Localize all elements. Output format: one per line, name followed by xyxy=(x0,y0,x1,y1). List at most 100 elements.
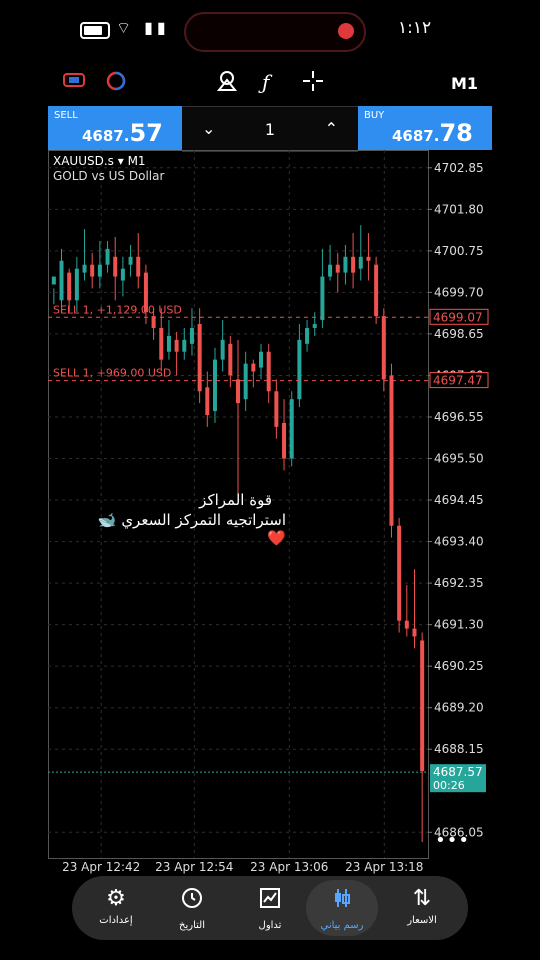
candle-body xyxy=(251,363,256,372)
chart-description: GOLD vs US Dollar xyxy=(53,169,165,183)
candle-body xyxy=(136,256,141,277)
candle-body xyxy=(174,339,179,352)
candle-body xyxy=(159,327,164,360)
price-tick-label: 4688.15 xyxy=(434,742,484,756)
candle-body xyxy=(166,335,171,352)
price-tick-label: 4701.80 xyxy=(434,202,484,216)
price-tick-label: 4696.55 xyxy=(434,410,484,424)
candle-body xyxy=(82,264,87,273)
nav-item-history[interactable]: التاريخ xyxy=(156,880,228,936)
candle-body xyxy=(236,379,240,404)
candle-body xyxy=(297,339,302,400)
time-axis-label: 23 Apr 13:06 xyxy=(250,860,329,874)
candle-body xyxy=(397,525,402,621)
nav-item-chart[interactable]: رسم بياني xyxy=(306,880,378,936)
candle-body xyxy=(113,256,118,277)
candle-body xyxy=(128,256,133,265)
gear-icon: ⚙ xyxy=(106,886,126,911)
price-tick-label: 4693.40 xyxy=(434,535,484,549)
candle-body xyxy=(189,327,194,344)
candle-body xyxy=(320,276,325,321)
nav-item-quotes[interactable]: ⇅ الاسعار xyxy=(386,880,458,936)
nav-label: رسم بياني xyxy=(320,920,364,931)
crosshair-icon[interactable] xyxy=(302,70,324,97)
candle-body xyxy=(212,359,217,412)
account-icon[interactable] xyxy=(104,70,128,97)
order-price-label: 4697.47 xyxy=(433,374,483,388)
battery-icon xyxy=(80,22,110,39)
trade-icon xyxy=(234,886,306,917)
price-tick-label: 4695.50 xyxy=(434,452,484,466)
nav-label: إعدادات xyxy=(99,915,133,926)
candle-body xyxy=(120,268,125,281)
indicators-icon[interactable] xyxy=(216,70,238,97)
volume-up-button[interactable]: ⌃ xyxy=(325,119,338,138)
more-menu-button[interactable]: ••• xyxy=(435,830,470,851)
chart-symbol[interactable]: XAUUSD.s ▾ M1 xyxy=(53,154,146,168)
candle-body xyxy=(358,256,363,269)
bid-price-label: 4687.57 xyxy=(433,765,483,779)
candle-body xyxy=(67,272,72,301)
nav-label: تداول xyxy=(258,920,282,931)
function-icon[interactable]: ƒ xyxy=(262,70,269,94)
quotes-icon: ⇅ xyxy=(412,886,432,911)
candle-body xyxy=(289,399,294,459)
status-time: ١:١٢ xyxy=(398,18,432,38)
price-tick-label: 4691.30 xyxy=(434,618,484,632)
candle-body xyxy=(259,351,264,368)
overlay-caption-line2: استراتجيه التمركز السعري 🐋❤️ xyxy=(97,511,286,547)
price-tick-label: 4702.85 xyxy=(434,161,484,175)
price-tick-label: 4698.65 xyxy=(434,327,484,341)
trade-icon[interactable] xyxy=(62,70,86,95)
time-axis-label: 23 Apr 12:42 xyxy=(62,860,141,874)
candle-body xyxy=(51,276,56,285)
candle-body xyxy=(420,640,425,771)
dynamic-island xyxy=(184,12,366,52)
volume-selector: ⌄ 1 ⌃ xyxy=(182,106,358,152)
buy-label: BUY xyxy=(364,110,385,121)
price-tick-label: 4700.75 xyxy=(434,244,484,258)
bar-countdown-label: 00:26 xyxy=(433,779,465,792)
price-chart[interactable]: 4702.85 4701.80 4700.75 4699.70 4698.65 4697.… xyxy=(48,150,492,874)
buy-button[interactable]: BUY 4687.78 xyxy=(358,106,492,150)
bottom-nav: ⚙ إعدادات التاريخ تداول رسم بياني ⇅ الاس… xyxy=(72,876,468,940)
candle-body xyxy=(74,268,79,301)
candle-body xyxy=(151,316,156,328)
time-axis-label: 23 Apr 12:54 xyxy=(155,860,234,874)
sell-label: SELL xyxy=(54,110,78,121)
candle-body xyxy=(366,256,371,261)
price-tick-label: 4692.35 xyxy=(434,576,484,590)
candle-body xyxy=(228,343,233,376)
order-price-label: 4699.07 xyxy=(433,310,483,324)
status-bar: ⌔ ▮▮ ١:١٢ xyxy=(0,0,540,60)
candle-body xyxy=(335,264,340,273)
order-label: SELL 1, +1,129.00 USD xyxy=(53,303,182,316)
buy-price: 4687.78 xyxy=(392,119,473,147)
candle-body xyxy=(305,327,310,344)
candle-body xyxy=(90,264,95,277)
candle-body xyxy=(312,324,317,328)
candle-body xyxy=(205,387,210,416)
candle-body xyxy=(220,339,225,360)
candle-body xyxy=(97,264,102,277)
candle-body xyxy=(343,256,348,273)
nav-label: التاريخ xyxy=(179,920,205,931)
candle-body xyxy=(266,351,271,392)
candle-body xyxy=(274,391,279,427)
timeframe-button[interactable]: M1 xyxy=(451,74,478,93)
candle-body xyxy=(243,363,248,400)
candle-body xyxy=(182,339,187,352)
candle-body xyxy=(374,264,379,317)
candle-body xyxy=(381,316,386,380)
nav-item-trade[interactable]: تداول xyxy=(234,880,306,936)
price-tick-label: 4689.20 xyxy=(434,701,484,715)
signal-icons: ⌔ ▮▮ xyxy=(116,18,170,37)
sell-button[interactable]: SELL 4687.57 xyxy=(48,106,182,150)
price-tick-label: 4699.70 xyxy=(434,285,484,299)
candle-body xyxy=(389,375,394,526)
candle-body xyxy=(412,628,417,637)
chart-toolbar: ƒ M1 xyxy=(48,66,492,102)
nav-item-settings[interactable]: ⚙ إعدادات xyxy=(80,880,152,936)
sell-price: 4687.57 xyxy=(82,119,163,147)
nav-label: الاسعار xyxy=(407,915,437,926)
